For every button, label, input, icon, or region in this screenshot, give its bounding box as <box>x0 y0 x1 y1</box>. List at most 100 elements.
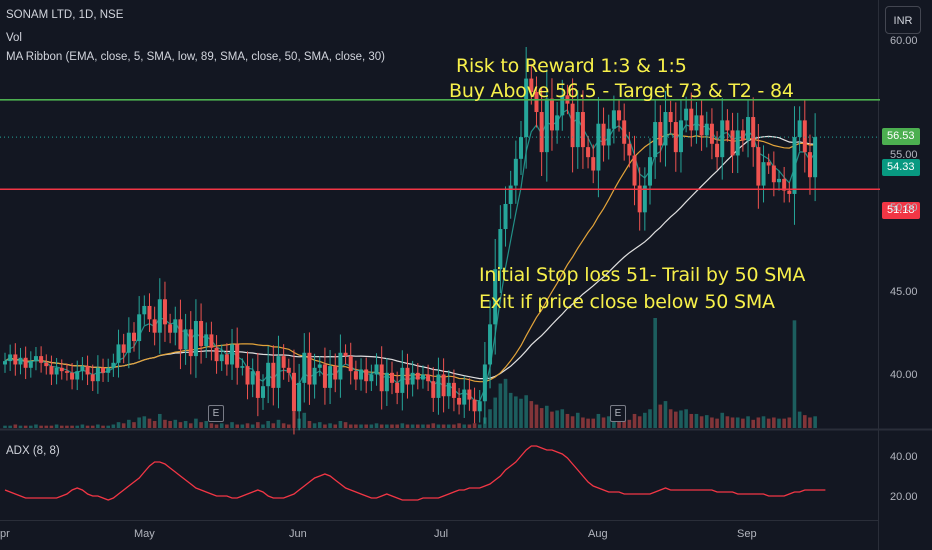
volume-bar <box>715 418 719 428</box>
candle-body <box>740 130 745 141</box>
volume-bar <box>477 424 482 428</box>
candle-body <box>204 334 209 347</box>
candle-body <box>446 382 451 397</box>
candle-body <box>70 372 75 380</box>
candle-body <box>405 367 410 385</box>
candle-body <box>302 352 307 383</box>
candle-body <box>338 352 343 380</box>
volume-bar <box>194 418 198 428</box>
candle-body <box>704 123 709 136</box>
candle-body <box>317 364 322 368</box>
volume-bar <box>183 420 188 428</box>
candle-body <box>235 344 240 368</box>
volume-bar <box>457 423 461 428</box>
candle-body <box>735 130 740 156</box>
candle-body <box>663 112 668 146</box>
candle-body <box>183 329 188 350</box>
volume-bar <box>369 424 374 428</box>
volume-bar <box>575 412 580 428</box>
candle-body <box>431 381 436 398</box>
volume-bar <box>668 409 673 428</box>
volume-bar <box>49 425 54 428</box>
adx-tick-label: 20.00 <box>890 491 918 503</box>
volume-bar <box>287 424 291 428</box>
candle-body <box>596 123 601 171</box>
candle-body <box>379 364 384 392</box>
volume-bar <box>694 413 699 428</box>
volume-bar <box>704 415 709 428</box>
candle-body <box>580 112 585 148</box>
candle-body <box>152 319 157 333</box>
candle-body <box>390 372 394 383</box>
volume-bar <box>379 424 384 428</box>
volume-bar <box>137 417 141 428</box>
volume-bar <box>359 424 363 428</box>
volume-bar <box>235 424 239 428</box>
candle-body <box>245 366 250 385</box>
candle-body <box>617 110 622 121</box>
volume-bar <box>385 424 389 428</box>
candle-body <box>281 356 286 368</box>
x-tick-label: Sep <box>737 528 757 540</box>
earnings-marker[interactable]: E <box>208 405 224 422</box>
candle-body <box>539 112 544 153</box>
candle-body <box>787 190 792 194</box>
candle-body <box>771 165 776 183</box>
candle-body <box>219 354 224 362</box>
annotation-stop-loss: Initial Stop loss 51- Trail by 50 SMA <box>479 264 806 286</box>
volume-bar <box>446 424 451 428</box>
candle-body <box>420 374 425 380</box>
volume-bar <box>59 425 64 428</box>
volume-bar <box>452 424 456 428</box>
candle-body <box>271 362 276 388</box>
volume-bar <box>746 416 750 428</box>
candle-body <box>209 334 214 348</box>
volume-bar <box>663 401 668 428</box>
candle-body <box>44 362 49 367</box>
candle-body <box>472 399 477 412</box>
candle-body <box>467 389 472 400</box>
candle-body <box>147 305 152 320</box>
volume-bar <box>405 424 410 428</box>
volume-bar <box>65 425 69 428</box>
candle-body <box>678 120 683 153</box>
volume-bar <box>364 424 368 428</box>
volume-bar <box>416 424 420 428</box>
volume-bar <box>570 416 575 428</box>
volume-bar <box>34 424 38 428</box>
candle-body <box>725 120 730 131</box>
volume-bar <box>751 419 755 428</box>
volume-bar <box>658 404 663 428</box>
volume-bar <box>256 422 260 428</box>
candle-body <box>813 137 818 178</box>
x-tick-label: May <box>134 528 155 540</box>
candle-body <box>126 332 131 353</box>
volume-bar <box>467 424 472 428</box>
currency-button[interactable]: INR <box>885 6 921 34</box>
candle-body <box>369 374 374 382</box>
volume-bar <box>503 378 508 428</box>
candle-body <box>75 371 80 380</box>
candle-body <box>436 374 441 398</box>
legend-symbol: SONAM LTD, 1D, NSE <box>6 9 124 21</box>
candle-body <box>101 367 106 373</box>
earnings-marker[interactable]: E <box>610 405 626 422</box>
volume-bar <box>70 425 74 428</box>
candle-body <box>508 185 513 204</box>
volume-bar <box>782 418 786 428</box>
candle-body <box>359 369 364 380</box>
volume-bar <box>539 408 544 428</box>
x-tick-label: Jul <box>434 528 449 540</box>
candle-body <box>709 123 714 144</box>
y-tick-label: 45.00 <box>890 285 918 298</box>
candle-body <box>353 371 358 380</box>
candle-body <box>178 319 183 350</box>
volume-bar <box>679 410 683 428</box>
volume-bar <box>735 417 740 428</box>
candle-body <box>28 361 33 368</box>
candle-body <box>364 369 369 382</box>
candle-body <box>188 329 193 357</box>
candle-body <box>343 352 348 357</box>
volume-bar <box>343 422 348 428</box>
candle-body <box>611 110 616 129</box>
